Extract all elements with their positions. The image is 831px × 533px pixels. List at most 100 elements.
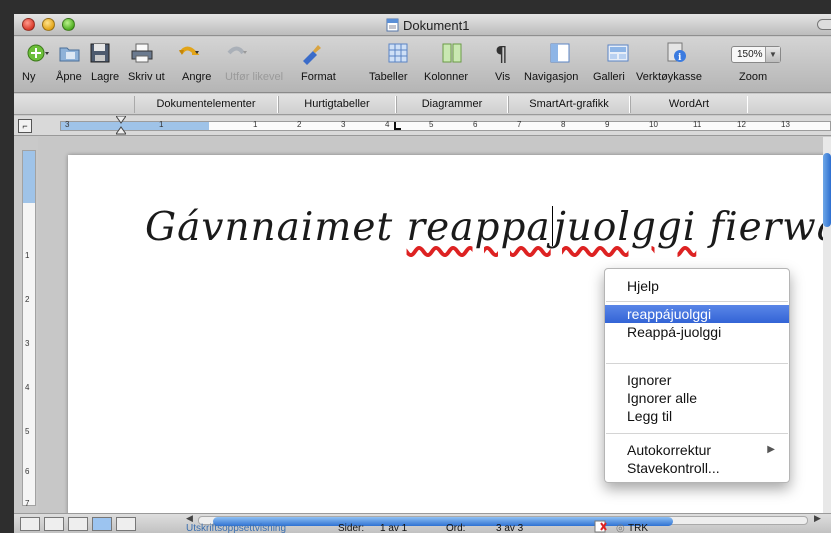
zoom-select[interactable]: 150% ▼ bbox=[731, 46, 781, 63]
spellcheck-status-icon[interactable] bbox=[594, 520, 608, 533]
status-words-value: 3 av 3 bbox=[496, 523, 524, 533]
menu-item-autocorrect-label: Autokorrektur bbox=[627, 442, 712, 458]
minimize-window-button[interactable] bbox=[42, 18, 55, 31]
vruler-number: 4 bbox=[25, 383, 30, 392]
status-view-name: Utskriftsoppsettvisning bbox=[186, 523, 287, 533]
toolbar-toggle-button[interactable] bbox=[817, 19, 831, 30]
ruler-number: 1 bbox=[159, 120, 164, 129]
navigation-pane-icon[interactable] bbox=[548, 41, 572, 65]
toolbar-label-save[interactable]: Lagre bbox=[91, 71, 119, 83]
tab-stop-selector-icon[interactable]: ⌐ bbox=[18, 119, 32, 133]
toolbar-label-columns[interactable]: Kolonner bbox=[424, 71, 468, 83]
ruler-number: 4 bbox=[385, 120, 390, 129]
status-words-label: Ord: bbox=[446, 523, 466, 533]
gallery-icon[interactable] bbox=[606, 41, 630, 65]
printer-icon[interactable] bbox=[130, 41, 154, 65]
ruler-number: 3 bbox=[341, 120, 346, 129]
menu-item-suggestion-2[interactable]: Reappá-juolggi bbox=[605, 323, 789, 341]
title-bar[interactable]: Dokument1 bbox=[14, 14, 831, 36]
toolbar-label-format[interactable]: Format bbox=[301, 71, 336, 83]
standard-toolbar: Ny Åpne Lagre Skriv ut Angre Utfør likev… bbox=[14, 37, 831, 93]
ruler-number: 7 bbox=[517, 120, 522, 129]
ruler-strip: 3 1 1 2 3 4 5 6 7 8 9 10 11 12 13 bbox=[60, 116, 831, 135]
zoom-value: 150% bbox=[737, 49, 763, 60]
vertical-scrollbar[interactable] bbox=[823, 137, 831, 513]
svg-text:¶: ¶ bbox=[495, 42, 508, 65]
undo-icon[interactable] bbox=[176, 41, 200, 65]
menu-item-suggestion-1[interactable]: reappájuolggi bbox=[605, 305, 789, 323]
toolbar-label-zoom[interactable]: Zoom bbox=[739, 71, 767, 83]
menu-item-ignore-all[interactable]: Ignorer alle bbox=[605, 389, 789, 407]
toolbar-label-redo: Utfør likevel bbox=[225, 71, 284, 83]
toolbox-icon[interactable]: i bbox=[664, 41, 688, 65]
ruler-number: 11 bbox=[693, 120, 702, 129]
open-folder-icon[interactable] bbox=[58, 41, 82, 65]
menu-item-add[interactable]: Legg til bbox=[605, 407, 789, 425]
toolbar-label-tables[interactable]: Tabeller bbox=[369, 71, 408, 83]
toolbar-label-print[interactable]: Skriv ut bbox=[128, 71, 165, 83]
zoom-dropdown-arrow-icon[interactable]: ▼ bbox=[765, 47, 780, 62]
menu-item-spellcheck[interactable]: Stavekontroll... bbox=[605, 459, 789, 477]
menu-item-autocorrect[interactable]: Autokorrektur ▶ bbox=[605, 441, 789, 459]
ruler-number: 5 bbox=[429, 120, 434, 129]
ruler-number: 13 bbox=[781, 120, 790, 129]
document-icon bbox=[386, 18, 399, 32]
misspelled-part-2: juolggi bbox=[553, 205, 697, 250]
vruler-number: 5 bbox=[25, 427, 30, 436]
outline-view-button[interactable] bbox=[44, 517, 64, 531]
new-document-icon[interactable] bbox=[26, 41, 50, 65]
toolbar-label-view[interactable]: Vis bbox=[495, 71, 510, 83]
scroll-right-arrow-icon[interactable]: ▶ bbox=[814, 513, 821, 524]
toolbar-label-new[interactable]: Ny bbox=[22, 71, 35, 83]
menu-item-help[interactable]: Hjelp bbox=[605, 277, 789, 295]
status-pages-value: 1 av 1 bbox=[380, 523, 408, 533]
tab-wordart[interactable]: WordArt bbox=[630, 96, 748, 113]
columns-icon[interactable] bbox=[440, 41, 464, 65]
toolbar-label-toolbox[interactable]: Verktøykasse bbox=[636, 71, 702, 83]
tab-smartart[interactable]: SmartArt-grafikk bbox=[508, 96, 630, 113]
draft-view-button[interactable] bbox=[20, 517, 40, 531]
tables-icon[interactable] bbox=[386, 41, 410, 65]
ruler-number: 6 bbox=[473, 120, 478, 129]
vruler-number: 3 bbox=[25, 339, 30, 348]
vruler-number: 1 bbox=[25, 251, 30, 260]
tab-charts[interactable]: Diagrammer bbox=[396, 96, 508, 113]
horizontal-ruler[interactable]: ⌐ 3 1 1 2 3 4 5 6 7 8 9 10 11 12 13 bbox=[14, 116, 831, 136]
text-after: fierwás. bbox=[709, 205, 831, 250]
status-pages-label: Sider: bbox=[338, 523, 365, 533]
notebook-view-button[interactable] bbox=[116, 517, 136, 531]
format-brush-icon[interactable] bbox=[299, 41, 323, 65]
window-title-group: Dokument1 bbox=[386, 17, 469, 33]
elements-gallery: Dokumentelementer Hurtigtabeller Diagram… bbox=[14, 94, 831, 115]
vertical-scroll-thumb[interactable] bbox=[823, 153, 831, 227]
menu-item-ignore[interactable]: Ignorer bbox=[605, 371, 789, 389]
text-cursor bbox=[551, 206, 553, 246]
status-track-changes[interactable]: TRK bbox=[628, 523, 648, 533]
save-disk-icon[interactable] bbox=[88, 41, 112, 65]
toolbar-label-gallery[interactable]: Galleri bbox=[593, 71, 625, 83]
print-layout-view-button[interactable] bbox=[92, 517, 112, 531]
window-title: Dokument1 bbox=[403, 17, 470, 33]
tab-quick-tables[interactable]: Hurtigtabeller bbox=[278, 96, 396, 113]
ruler-number: 3 bbox=[65, 120, 70, 129]
toolbar-label-navigation[interactable]: Navigasjon bbox=[524, 71, 578, 83]
toolbar-label-open[interactable]: Åpne bbox=[56, 71, 82, 83]
tab-document-elements[interactable]: Dokumentelementer bbox=[134, 96, 278, 113]
indent-marker-icon[interactable] bbox=[116, 116, 126, 136]
track-changes-icon[interactable]: ◎ bbox=[616, 523, 625, 533]
vertical-ruler[interactable]: 1 2 3 4 5 6 7 bbox=[22, 150, 36, 508]
ruler-number: 12 bbox=[737, 120, 746, 129]
vruler-number: 2 bbox=[25, 295, 30, 304]
publishing-view-button[interactable] bbox=[68, 517, 88, 531]
close-window-button[interactable] bbox=[22, 18, 35, 31]
pilcrow-icon[interactable]: ¶ bbox=[489, 41, 513, 65]
tab-stop-marker-icon[interactable] bbox=[394, 122, 402, 130]
misspelled-word[interactable]: reappajuolggi bbox=[407, 205, 697, 250]
toolbar-label-undo[interactable]: Angre bbox=[182, 71, 211, 83]
misspelled-part-1: reappa bbox=[406, 205, 551, 250]
document-text[interactable]: Gávnnaimet reappajuolggi fierwás. bbox=[145, 205, 831, 250]
zoom-window-button[interactable] bbox=[62, 18, 75, 31]
submenu-arrow-icon: ▶ bbox=[767, 444, 775, 455]
ruler-number: 2 bbox=[297, 120, 302, 129]
svg-text:i: i bbox=[678, 53, 682, 63]
